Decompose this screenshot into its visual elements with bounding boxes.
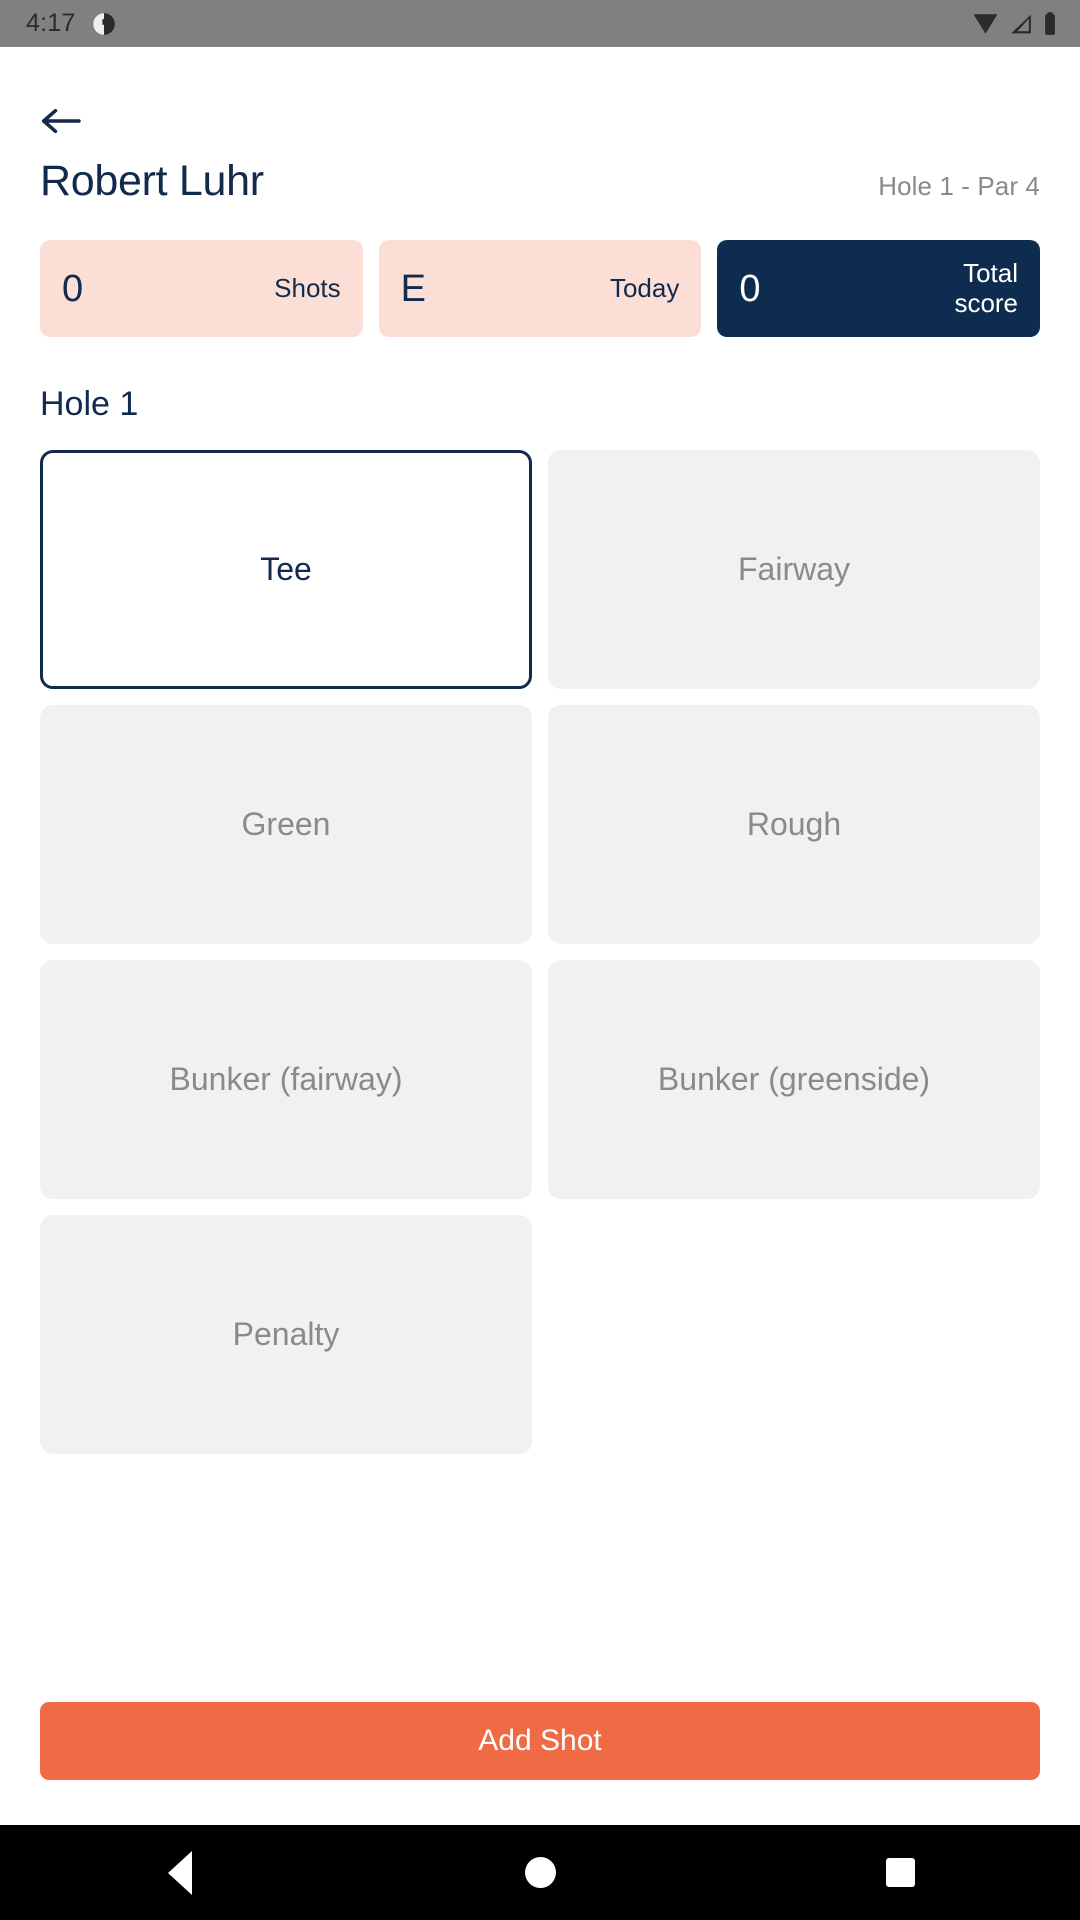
lie-option-penalty[interactable]: Penalty [40,1215,532,1454]
status-bar-left: 4:17 [26,11,117,37]
lie-option-bunker-greenside[interactable]: Bunker (greenside) [548,960,1040,1199]
stat-label-total-score: Total score [954,258,1019,318]
nav-back-icon [168,1850,192,1895]
stat-label-shots: Shots [274,272,341,303]
back-arrow-icon [40,103,90,139]
status-bar-right [972,11,1058,37]
main-content: Robert Luhr Hole 1 - Par 4 0 Shots E Tod… [0,47,1080,1825]
stat-value-shots: 0 [62,267,84,310]
stats-row: 0 Shots E Today 0 Total score [40,240,1041,337]
lie-option-green[interactable]: Green [40,705,532,944]
back-button[interactable] [40,99,98,143]
stat-card-today: E Today [378,240,702,337]
nav-home-button[interactable] [480,1825,600,1920]
cellular-signal-icon [1008,11,1033,37]
stat-card-shots: 0 Shots [40,240,363,337]
stat-value-total-score: 0 [739,267,761,310]
hole-par-label: Hole 1 - Par 4 [878,171,1040,201]
lie-option-bunker-fairway[interactable]: Bunker (fairway) [40,960,532,1199]
nav-recents-button[interactable] [840,1825,960,1920]
title-row: Robert Luhr Hole 1 - Par 4 [40,143,1040,206]
app-notification-icon [91,11,117,37]
stat-value-today: E [400,267,427,310]
lie-option-fairway[interactable]: Fairway [548,450,1040,689]
add-shot-button[interactable]: Add Shot [40,1702,1040,1780]
stat-label-today: Today [609,272,680,303]
app-screen: 4:17 Robert Luhr Hole 1 - Par 4 0 Shots … [0,0,1080,1920]
status-bar: 4:17 [0,0,1080,47]
nav-back-button[interactable] [120,1825,240,1920]
lie-option-tee[interactable]: Tee [40,450,532,689]
lie-option-rough[interactable]: Rough [548,705,1040,944]
status-bar-clock: 4:17 [26,9,76,37]
page-title: Robert Luhr [40,157,264,205]
back-row [40,47,1040,143]
nav-home-icon [524,1857,556,1888]
android-nav-bar [0,1825,1080,1920]
lie-selection-grid: Tee Fairway Green Rough Bunker (fairway)… [40,450,1040,1454]
wifi-icon [972,11,999,37]
battery-icon [1042,11,1058,37]
section-title-hole: Hole 1 [40,385,139,423]
nav-recents-icon [885,1858,915,1887]
stat-card-total-score: 0 Total score [717,240,1041,337]
